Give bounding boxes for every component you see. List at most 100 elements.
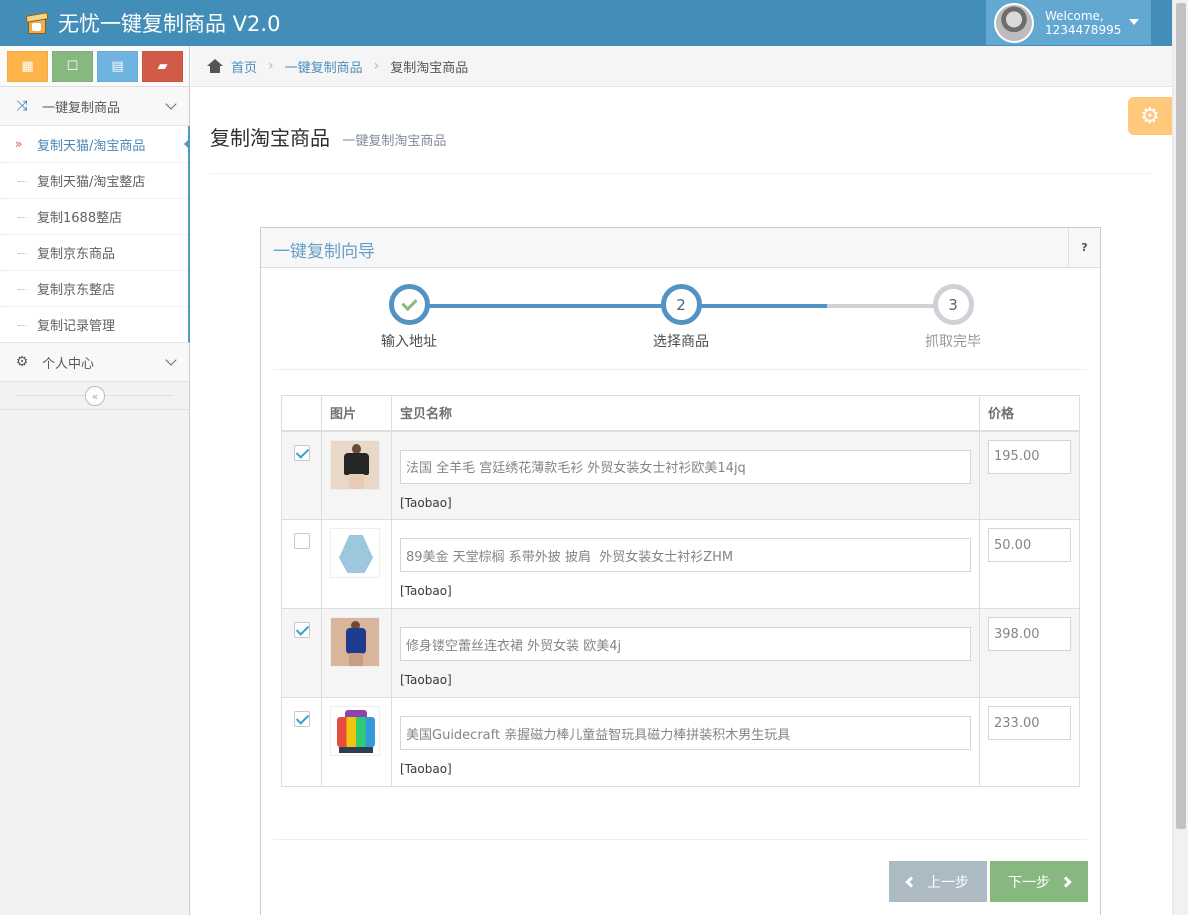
wizard-steps: 输入地址 2 选择商品 3 抓取完毕 (273, 284, 1087, 370)
product-source: [Taobao] (400, 495, 452, 510)
sidebar-item-label: 复制京东商品 (37, 247, 116, 262)
sidebar-item-copy-1688-shop[interactable]: 复制1688整店 (0, 198, 188, 234)
step-2: 2 选择商品 (621, 284, 741, 351)
square-icon: ☐ (66, 59, 79, 74)
product-checkbox[interactable] (293, 533, 310, 549)
sidebar-item-copy-jd-shop[interactable]: 复制京东整店 (0, 270, 188, 306)
price-column-header: 价格 (979, 395, 1080, 432)
product-price-input[interactable] (988, 706, 1071, 740)
step-label: 选择商品 (653, 334, 709, 350)
product-price-input[interactable] (988, 617, 1071, 651)
product-name-input[interactable] (400, 716, 971, 750)
sidebar-item-label: 复制天猫/淘宝商品 (37, 138, 146, 154)
sidebar-item-label: 复制1688整店 (37, 211, 123, 226)
product-checkbox[interactable] (293, 711, 310, 727)
price-cell (979, 519, 1080, 609)
product-checkbox[interactable] (293, 622, 310, 638)
scrollbar-thumb[interactable] (1176, 3, 1186, 829)
next-step-label: 下一步 (1008, 874, 1050, 891)
double-angle-right-icon: » (15, 137, 23, 151)
help-button[interactable]: ? (1068, 228, 1100, 267)
gear-icon: ⚙ (15, 354, 29, 370)
sidebar-group-personal-center[interactable]: ⚙ 个人中心 (0, 343, 189, 382)
breadcrumb: 首页 › 一键复制商品 › 复制淘宝商品 (191, 46, 1172, 87)
check-icon (400, 294, 418, 311)
sidebar-item-label: 复制天猫/淘宝整店 (37, 175, 146, 190)
calendar-shortcut-button[interactable]: ▦ (7, 51, 48, 82)
box-icon (25, 11, 50, 35)
product-price-input[interactable] (988, 528, 1071, 562)
welcome-text: Welcome, (1045, 8, 1104, 23)
calendar-icon: ▦ (21, 59, 34, 74)
page-subtitle: 一键复制淘宝商品 (342, 134, 447, 149)
sidebar-group-copy-products[interactable]: ⤨ 一键复制商品 (0, 87, 189, 126)
next-step-button[interactable]: 下一步 (990, 861, 1088, 902)
grid-shortcut-button[interactable]: ▤ (97, 51, 138, 82)
image-cell (321, 519, 392, 609)
prev-step-label: 上一步 (927, 874, 969, 891)
image-cell (321, 697, 392, 787)
breadcrumb-copy-products-link[interactable]: 一键复制商品 (285, 57, 363, 76)
step-number: 3 (948, 295, 958, 314)
sidebar-item-copy-jd-product[interactable]: 复制京东商品 (0, 234, 188, 270)
sidebar-submenu: » 复制天猫/淘宝商品 复制天猫/淘宝整店 复制1688整店 复制京东商品 复制… (0, 126, 190, 343)
breadcrumb-home-link[interactable]: 首页 (231, 57, 257, 76)
step-3: 3 抓取完毕 (893, 284, 1013, 351)
image-cell (321, 608, 392, 698)
step-label: 输入地址 (381, 334, 437, 350)
step-2-circle: 2 (660, 284, 702, 325)
prev-step-button[interactable]: 上一步 (889, 861, 987, 902)
brand[interactable]: 无忧一键复制商品 V2.0 (25, 8, 281, 38)
user-menu[interactable]: Welcome, 1234478995 (986, 0, 1151, 45)
sidebar-group-label: 一键复制商品 (42, 100, 121, 116)
square-shortcut-button[interactable]: ☐ (52, 51, 93, 82)
product-thumbnail[interactable] (330, 617, 380, 667)
select-cell (281, 430, 322, 520)
collapse-sidebar-button[interactable]: « (85, 386, 105, 406)
name-cell: [Taobao] (391, 430, 980, 520)
image-column-header: 图片 (321, 395, 392, 432)
page-title: 复制淘宝商品 一键复制淘宝商品 (210, 122, 446, 151)
user-info: Welcome, 1234478995 (1045, 9, 1121, 37)
product-source: [Taobao] (400, 584, 452, 598)
product-source: [Taobao] (400, 673, 452, 687)
sidebar-item-copy-taobao-product[interactable]: » 复制天猫/淘宝商品 (0, 126, 190, 162)
chevron-down-icon (165, 354, 177, 366)
chevron-down-icon (165, 98, 177, 110)
page-scrollbar[interactable] (1172, 0, 1188, 915)
product-thumbnail[interactable] (330, 706, 380, 756)
chevron-left-icon (905, 875, 917, 888)
book-shortcut-button[interactable]: ▰ (142, 51, 183, 82)
name-cell: [Taobao] (391, 697, 980, 787)
sidebar-group-label: 个人中心 (42, 356, 95, 372)
app-title: 无忧一键复制商品 V2.0 (58, 12, 281, 36)
product-thumbnail[interactable] (330, 528, 380, 578)
name-cell: [Taobao] (391, 608, 980, 698)
user-name: 1234478995 (1045, 22, 1122, 37)
widget-title: 一键复制向导 (273, 242, 375, 262)
price-cell (979, 430, 1080, 520)
product-name-input[interactable] (400, 538, 971, 572)
product-thumbnail[interactable] (330, 439, 380, 490)
product-price-input[interactable] (988, 439, 1071, 474)
sidebar-item-label: 复制记录管理 (37, 319, 116, 334)
table-header-row: 图片 宝贝名称 价格 (281, 395, 1080, 432)
breadcrumb-current: 复制淘宝商品 (390, 60, 469, 76)
price-cell (979, 608, 1080, 698)
product-checkbox[interactable] (293, 444, 310, 461)
chevron-right-icon (1060, 875, 1072, 888)
table-row: [Taobao] (281, 430, 1080, 520)
double-angle-left-icon: « (91, 389, 99, 403)
step-1: 输入地址 (349, 284, 469, 351)
sidebar-item-copy-records[interactable]: 复制记录管理 (0, 306, 188, 342)
product-name-input[interactable] (400, 449, 971, 484)
product-name-input[interactable] (400, 627, 971, 661)
name-column-header: 宝贝名称 (391, 395, 980, 432)
sidebar-item-copy-taobao-shop[interactable]: 复制天猫/淘宝整店 (0, 162, 188, 198)
name-cell: [Taobao] (391, 519, 980, 609)
step-number: 2 (676, 295, 686, 314)
page-header: 复制淘宝商品 一键复制淘宝商品 (210, 110, 1151, 174)
products-table: 图片 宝贝名称 价格 [Taobao] (281, 395, 1080, 787)
select-cell (281, 608, 322, 698)
product-source: [Taobao] (400, 762, 452, 776)
